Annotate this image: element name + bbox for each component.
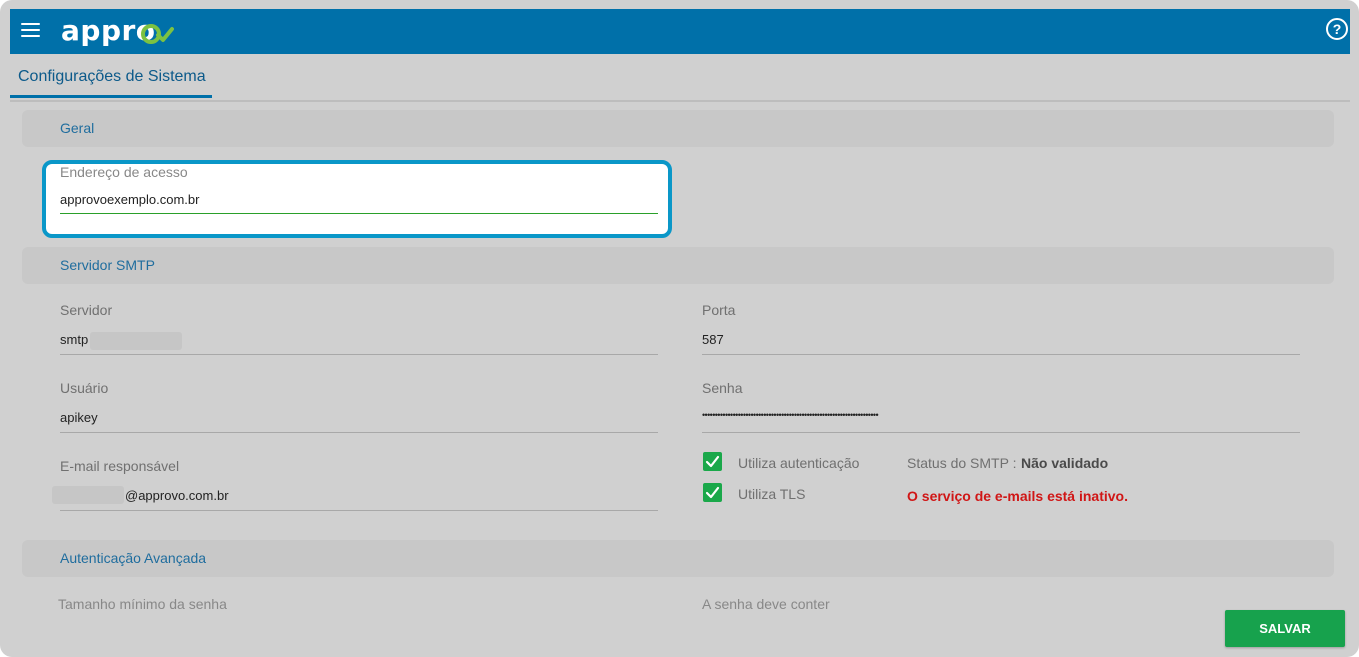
access-address-label: Endereço de acesso <box>60 164 188 180</box>
smtp-password-field[interactable]: Senha ••••••••••••••••••••••••••••••••••… <box>702 380 1300 433</box>
logo-check-icon <box>141 24 174 44</box>
smtp-password-underline <box>702 432 1300 433</box>
check-icon <box>705 486 720 499</box>
settings-content: Geral Endereço de acesso approvoexemplo.… <box>10 102 1350 609</box>
smtp-status-label: Status do SMTP : <box>907 455 1017 471</box>
smtp-port-input[interactable]: 587 <box>702 332 1300 348</box>
smtp-user-underline <box>60 432 658 433</box>
redacted-server-blur <box>90 332 182 350</box>
smtp-user-field[interactable]: Usuário apikey <box>60 380 658 433</box>
use-tls-label[interactable]: Utiliza TLS <box>738 486 805 502</box>
smtp-status-value: Não validado <box>1021 455 1109 471</box>
access-address-input[interactable]: approvoexemplo.com.br <box>60 192 658 208</box>
smtp-port-label: Porta <box>702 302 736 318</box>
section-advanced-auth-header[interactable]: Autenticação Avançada <box>22 540 1334 577</box>
help-circle-icon[interactable]: ? <box>1326 18 1348 40</box>
smtp-user-label: Usuário <box>60 380 109 396</box>
smtp-user-input[interactable]: apikey <box>60 410 658 426</box>
responsible-email-field[interactable]: E-mail responsável @approvo.com.br <box>60 458 658 511</box>
check-icon <box>705 455 720 468</box>
section-general-header[interactable]: Geral <box>22 110 1334 147</box>
redacted-email-blur <box>52 486 124 504</box>
password-must-contain-label: A senha deve conter <box>702 596 830 609</box>
save-button[interactable]: SALVAR <box>1225 610 1345 647</box>
responsible-email-label: E-mail responsável <box>60 458 180 474</box>
tab-system-settings[interactable]: Configurações de Sistema <box>10 54 212 98</box>
access-address-underline <box>60 213 658 214</box>
responsible-email-underline <box>60 510 658 511</box>
email-service-inactive-message: O serviço de e-mails está inativo. <box>907 488 1128 504</box>
app-frame: appro ? Configurações de Sistema Geral E… <box>0 0 1359 657</box>
min-password-length-label: Tamanho mínimo da senha <box>58 596 227 609</box>
smtp-port-field[interactable]: Porta 587 <box>702 302 1300 355</box>
use-auth-checkbox[interactable] <box>703 452 722 471</box>
tab-bar: Configurações de Sistema <box>10 54 1350 102</box>
smtp-password-input[interactable]: ••••••••••••••••••••••••••••••••••••••••… <box>702 410 1300 426</box>
use-tls-checkbox[interactable] <box>703 483 722 502</box>
smtp-port-underline <box>702 354 1300 355</box>
use-auth-label[interactable]: Utiliza autenticação <box>738 455 859 471</box>
section-smtp-header[interactable]: Servidor SMTP <box>22 247 1334 284</box>
top-app-bar: appro ? <box>10 9 1350 54</box>
responsible-email-input[interactable]: @approvo.com.br <box>60 488 658 504</box>
smtp-password-label: Senha <box>702 380 743 396</box>
access-address-field[interactable]: Endereço de acesso approvoexemplo.com.br <box>60 164 658 214</box>
menu-icon[interactable] <box>21 23 40 39</box>
smtp-server-label: Servidor <box>60 302 113 318</box>
access-address-field-highlight: Endereço de acesso approvoexemplo.com.br <box>42 160 672 238</box>
smtp-server-underline <box>60 354 658 355</box>
